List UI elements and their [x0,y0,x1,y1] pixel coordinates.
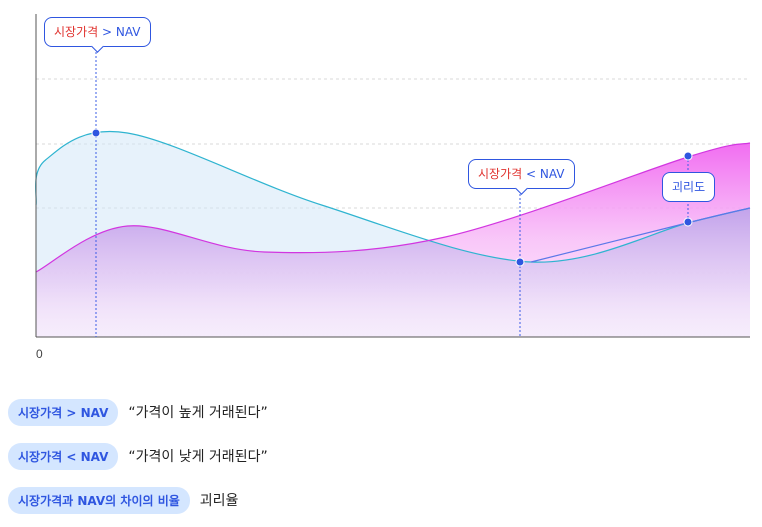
gap-callout-label: 괴리도 [672,180,706,194]
legend-discount-pill: 시장가격 < NAV [8,442,119,470]
legend-gap-ratio: 시장가격과 NAV의 차이의 비율 괴리율 [8,486,239,514]
legend-premium-text: “가격이 높게 거래된다” [128,405,268,421]
x-tick-label: 0 [36,347,43,361]
legend-gap-ratio-pill: 시장가격과 NAV의 차이의 비율 [8,486,190,514]
discount-point [515,257,525,267]
chart: 0 [35,14,751,361]
gap-point-upper [683,151,693,161]
discount-callout: 시장가격 < NAV [468,159,575,189]
premium-callout-nav: NAV [115,25,141,39]
gap-point-lower [683,217,693,227]
premium-callout-market: 시장가격 [54,25,99,39]
legend-premium-pill: 시장가격 > NAV [8,398,119,426]
legend-gap-ratio-text: 괴리율 [199,493,239,509]
legend-premium: 시장가격 > NAV “가격이 높게 거래된다” [8,398,268,426]
discount-callout-market: 시장가격 [478,167,523,181]
discount-callout-op: < [526,167,537,181]
discount-callout-nav: NAV [539,167,565,181]
premium-point [91,128,101,138]
premium-callout: 시장가격 > NAV [44,17,151,47]
legend-discount-text: “가격이 낮게 거래된다” [128,449,268,465]
gap-callout: 괴리도 [662,172,716,202]
legend-discount: 시장가격 < NAV “가격이 낮게 거래된다” [8,442,268,470]
premium-callout-op: > [102,25,113,39]
